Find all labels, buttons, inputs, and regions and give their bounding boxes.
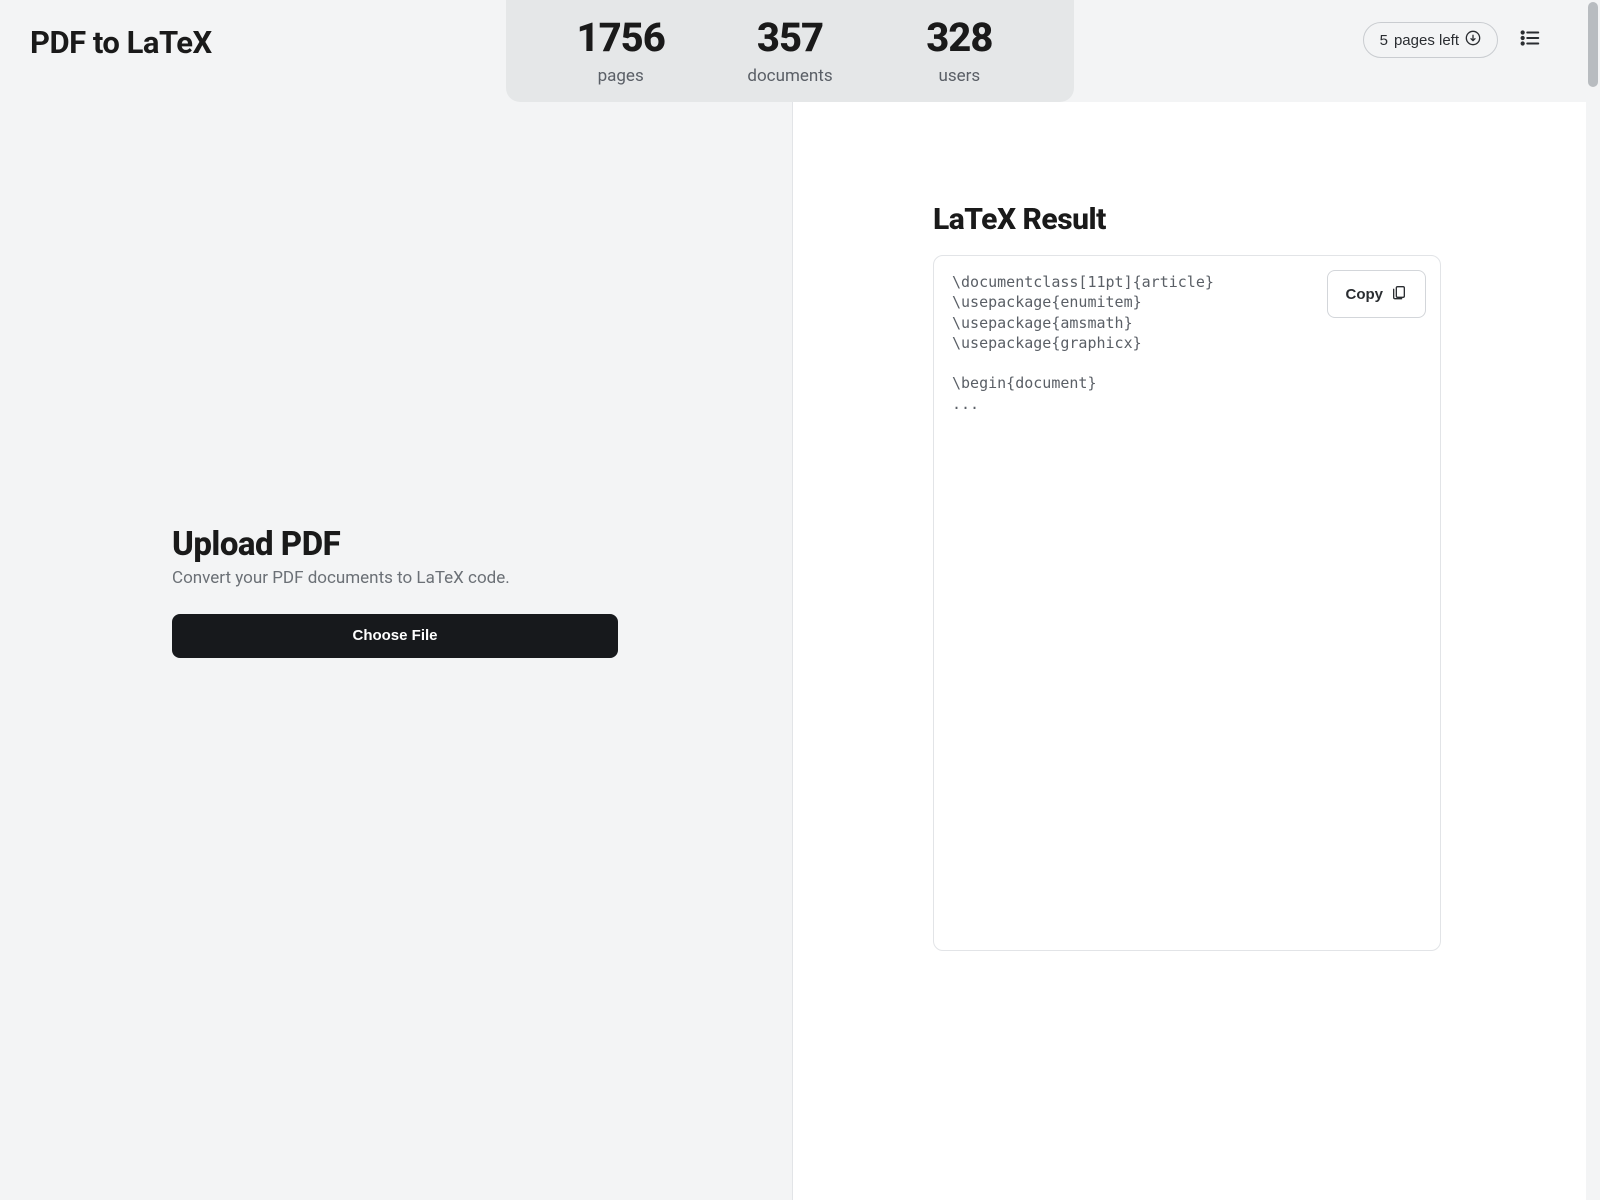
download-icon <box>1465 30 1481 50</box>
stat-pages-value: 1756 <box>536 16 705 60</box>
stat-users-label: users <box>875 66 1044 86</box>
pages-left-label: pages left <box>1394 32 1459 49</box>
stat-pages-label: pages <box>536 66 705 86</box>
stat-pages: 1756 pages <box>536 16 705 86</box>
stat-documents-value: 357 <box>705 16 874 60</box>
stat-users: 328 users <box>875 16 1044 86</box>
copy-button[interactable]: Copy <box>1327 270 1427 318</box>
copy-button-label: Copy <box>1346 286 1384 303</box>
scrollbar[interactable] <box>1586 0 1600 1200</box>
code-box: \documentclass[11pt]{article} \usepackag… <box>933 255 1441 951</box>
pages-left-button[interactable]: 5 pages left <box>1363 22 1498 58</box>
choose-file-button[interactable]: Choose File <box>172 614 618 658</box>
upload-panel: Upload PDF Convert your PDF documents to… <box>0 102 793 1200</box>
menu-button[interactable] <box>1518 28 1542 52</box>
pages-left-count: 5 <box>1380 32 1388 49</box>
app-title: PDF to LaTeX <box>30 24 212 61</box>
stat-documents: 357 documents <box>705 16 874 86</box>
main-content: Upload PDF Convert your PDF documents to… <box>0 102 1586 1200</box>
result-panel: LaTeX Result \documentclass[11pt]{articl… <box>793 102 1586 1200</box>
upload-heading: Upload PDF <box>172 525 620 564</box>
result-heading: LaTeX Result <box>933 202 1494 237</box>
clipboard-icon <box>1391 284 1407 304</box>
stat-users-value: 328 <box>875 16 1044 60</box>
scrollbar-thumb[interactable] <box>1588 2 1598 87</box>
stats-panel: 1756 pages 357 documents 328 users <box>506 0 1074 102</box>
list-icon <box>1519 27 1541 53</box>
upload-subtitle: Convert your PDF documents to LaTeX code… <box>172 568 620 588</box>
stat-documents-label: documents <box>705 66 874 86</box>
